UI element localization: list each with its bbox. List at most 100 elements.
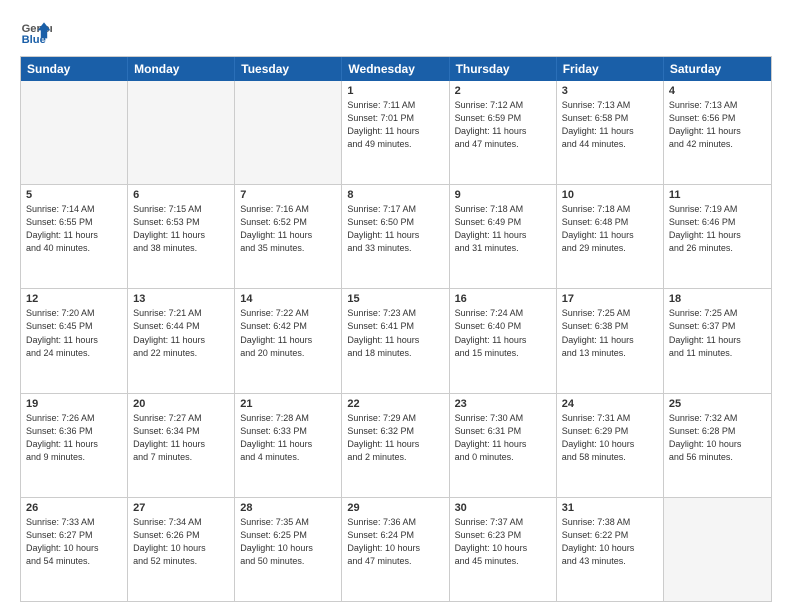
day-number: 24 xyxy=(562,398,658,410)
day-info: Sunrise: 7:23 AM Sunset: 6:41 PM Dayligh… xyxy=(347,307,443,359)
calendar: SundayMondayTuesdayWednesdayThursdayFrid… xyxy=(20,56,772,602)
calendar-cell: 5 Sunrise: 7:14 AM Sunset: 6:55 PM Daylig… xyxy=(21,185,128,288)
calendar-cell: 14 Sunrise: 7:22 AM Sunset: 6:42 PM Dayli… xyxy=(235,289,342,392)
day-info: Sunrise: 7:26 AM Sunset: 6:36 PM Dayligh… xyxy=(26,412,122,464)
weekday-header: Saturday xyxy=(664,57,771,81)
day-info: Sunrise: 7:13 AM Sunset: 6:58 PM Dayligh… xyxy=(562,99,658,151)
day-number: 21 xyxy=(240,398,336,410)
day-info: Sunrise: 7:24 AM Sunset: 6:40 PM Dayligh… xyxy=(455,307,551,359)
day-number: 18 xyxy=(669,293,766,305)
calendar-cell: 16 Sunrise: 7:24 AM Sunset: 6:40 PM Dayli… xyxy=(450,289,557,392)
day-number: 13 xyxy=(133,293,229,305)
day-info: Sunrise: 7:32 AM Sunset: 6:28 PM Dayligh… xyxy=(669,412,766,464)
day-info: Sunrise: 7:28 AM Sunset: 6:33 PM Dayligh… xyxy=(240,412,336,464)
calendar-cell: 10 Sunrise: 7:18 AM Sunset: 6:48 PM Dayli… xyxy=(557,185,664,288)
calendar-row: 12 Sunrise: 7:20 AM Sunset: 6:45 PM Dayli… xyxy=(21,288,771,392)
calendar-cell xyxy=(664,498,771,601)
day-info: Sunrise: 7:35 AM Sunset: 6:25 PM Dayligh… xyxy=(240,516,336,568)
day-info: Sunrise: 7:20 AM Sunset: 6:45 PM Dayligh… xyxy=(26,307,122,359)
page: General Blue SundayMondayTuesdayWednesda… xyxy=(0,0,792,612)
day-info: Sunrise: 7:16 AM Sunset: 6:52 PM Dayligh… xyxy=(240,203,336,255)
calendar-cell: 7 Sunrise: 7:16 AM Sunset: 6:52 PM Daylig… xyxy=(235,185,342,288)
calendar-cell: 23Sunrise: 7:30 AM Sunset: 6:31 PM Dayli… xyxy=(450,394,557,497)
day-number: 30 xyxy=(455,502,551,514)
calendar-cell: 11Sunrise: 7:19 AM Sunset: 6:46 PM Dayli… xyxy=(664,185,771,288)
day-info: Sunrise: 7:33 AM Sunset: 6:27 PM Dayligh… xyxy=(26,516,122,568)
day-number: 26 xyxy=(26,502,122,514)
day-number: 7 xyxy=(240,189,336,201)
day-number: 28 xyxy=(240,502,336,514)
calendar-cell: 8Sunrise: 7:17 AM Sunset: 6:50 PM Daylig… xyxy=(342,185,449,288)
day-info: Sunrise: 7:22 AM Sunset: 6:42 PM Dayligh… xyxy=(240,307,336,359)
calendar-cell: 2Sunrise: 7:12 AM Sunset: 6:59 PM Daylig… xyxy=(450,81,557,184)
weekday-header: Tuesday xyxy=(235,57,342,81)
calendar-header: SundayMondayTuesdayWednesdayThursdayFrid… xyxy=(21,57,771,81)
day-number: 16 xyxy=(455,293,551,305)
day-number: 20 xyxy=(133,398,229,410)
day-number: 10 xyxy=(562,189,658,201)
header: General Blue xyxy=(20,16,772,48)
day-number: 4 xyxy=(669,85,766,97)
calendar-cell: 21 Sunrise: 7:28 AM Sunset: 6:33 PM Dayli… xyxy=(235,394,342,497)
day-number: 23 xyxy=(455,398,551,410)
calendar-cell: 3 Sunrise: 7:13 AM Sunset: 6:58 PM Daylig… xyxy=(557,81,664,184)
calendar-cell: 15 Sunrise: 7:23 AM Sunset: 6:41 PM Dayli… xyxy=(342,289,449,392)
day-info: Sunrise: 7:18 AM Sunset: 6:48 PM Dayligh… xyxy=(562,203,658,255)
logo: General Blue xyxy=(20,16,52,48)
day-info: Sunrise: 7:15 AM Sunset: 6:53 PM Dayligh… xyxy=(133,203,229,255)
day-number: 15 xyxy=(347,293,443,305)
day-info: Sunrise: 7:25 AM Sunset: 6:37 PM Dayligh… xyxy=(669,307,766,359)
calendar-cell: 24 Sunrise: 7:31 AM Sunset: 6:29 PM Dayli… xyxy=(557,394,664,497)
day-number: 19 xyxy=(26,398,122,410)
weekday-header: Friday xyxy=(557,57,664,81)
calendar-cell xyxy=(235,81,342,184)
day-number: 29 xyxy=(347,502,443,514)
day-info: Sunrise: 7:31 AM Sunset: 6:29 PM Dayligh… xyxy=(562,412,658,464)
calendar-cell: 19 Sunrise: 7:26 AM Sunset: 6:36 PM Dayli… xyxy=(21,394,128,497)
calendar-cell: 4 Sunrise: 7:13 AM Sunset: 6:56 PM Daylig… xyxy=(664,81,771,184)
day-info: Sunrise: 7:14 AM Sunset: 6:55 PM Dayligh… xyxy=(26,203,122,255)
day-info: Sunrise: 7:21 AM Sunset: 6:44 PM Dayligh… xyxy=(133,307,229,359)
day-info: Sunrise: 7:27 AM Sunset: 6:34 PM Dayligh… xyxy=(133,412,229,464)
day-info: Sunrise: 7:18 AM Sunset: 6:49 PM Dayligh… xyxy=(455,203,551,255)
day-info: Sunrise: 7:29 AM Sunset: 6:32 PM Dayligh… xyxy=(347,412,443,464)
day-number: 12 xyxy=(26,293,122,305)
calendar-cell: 1Sunrise: 7:11 AM Sunset: 7:01 PM Daylig… xyxy=(342,81,449,184)
day-info: Sunrise: 7:37 AM Sunset: 6:23 PM Dayligh… xyxy=(455,516,551,568)
calendar-cell xyxy=(128,81,235,184)
day-info: Sunrise: 7:13 AM Sunset: 6:56 PM Dayligh… xyxy=(669,99,766,151)
calendar-cell: 28 Sunrise: 7:35 AM Sunset: 6:25 PM Dayli… xyxy=(235,498,342,601)
day-info: Sunrise: 7:38 AM Sunset: 6:22 PM Dayligh… xyxy=(562,516,658,568)
calendar-row: 5 Sunrise: 7:14 AM Sunset: 6:55 PM Daylig… xyxy=(21,184,771,288)
calendar-cell: 30 Sunrise: 7:37 AM Sunset: 6:23 PM Dayli… xyxy=(450,498,557,601)
day-number: 3 xyxy=(562,85,658,97)
day-number: 27 xyxy=(133,502,229,514)
calendar-row: 26 Sunrise: 7:33 AM Sunset: 6:27 PM Dayli… xyxy=(21,497,771,601)
calendar-cell: 31Sunrise: 7:38 AM Sunset: 6:22 PM Dayli… xyxy=(557,498,664,601)
calendar-cell: 18 Sunrise: 7:25 AM Sunset: 6:37 PM Dayli… xyxy=(664,289,771,392)
weekday-header: Thursday xyxy=(450,57,557,81)
weekday-header: Monday xyxy=(128,57,235,81)
calendar-row: 19 Sunrise: 7:26 AM Sunset: 6:36 PM Dayli… xyxy=(21,393,771,497)
calendar-row: 1Sunrise: 7:11 AM Sunset: 7:01 PM Daylig… xyxy=(21,81,771,184)
calendar-cell: 25Sunrise: 7:32 AM Sunset: 6:28 PM Dayli… xyxy=(664,394,771,497)
day-info: Sunrise: 7:11 AM Sunset: 7:01 PM Dayligh… xyxy=(347,99,443,151)
day-info: Sunrise: 7:19 AM Sunset: 6:46 PM Dayligh… xyxy=(669,203,766,255)
calendar-cell: 29Sunrise: 7:36 AM Sunset: 6:24 PM Dayli… xyxy=(342,498,449,601)
calendar-cell: 26 Sunrise: 7:33 AM Sunset: 6:27 PM Dayli… xyxy=(21,498,128,601)
day-number: 6 xyxy=(133,189,229,201)
calendar-cell xyxy=(21,81,128,184)
day-number: 14 xyxy=(240,293,336,305)
day-number: 2 xyxy=(455,85,551,97)
weekday-header: Wednesday xyxy=(342,57,449,81)
day-number: 9 xyxy=(455,189,551,201)
calendar-cell: 17Sunrise: 7:25 AM Sunset: 6:38 PM Dayli… xyxy=(557,289,664,392)
day-info: Sunrise: 7:25 AM Sunset: 6:38 PM Dayligh… xyxy=(562,307,658,359)
calendar-body: 1Sunrise: 7:11 AM Sunset: 7:01 PM Daylig… xyxy=(21,81,771,601)
calendar-cell: 6 Sunrise: 7:15 AM Sunset: 6:53 PM Daylig… xyxy=(128,185,235,288)
day-number: 5 xyxy=(26,189,122,201)
day-info: Sunrise: 7:34 AM Sunset: 6:26 PM Dayligh… xyxy=(133,516,229,568)
calendar-cell: 20 Sunrise: 7:27 AM Sunset: 6:34 PM Dayli… xyxy=(128,394,235,497)
calendar-cell: 9 Sunrise: 7:18 AM Sunset: 6:49 PM Daylig… xyxy=(450,185,557,288)
calendar-cell: 27 Sunrise: 7:34 AM Sunset: 6:26 PM Dayli… xyxy=(128,498,235,601)
